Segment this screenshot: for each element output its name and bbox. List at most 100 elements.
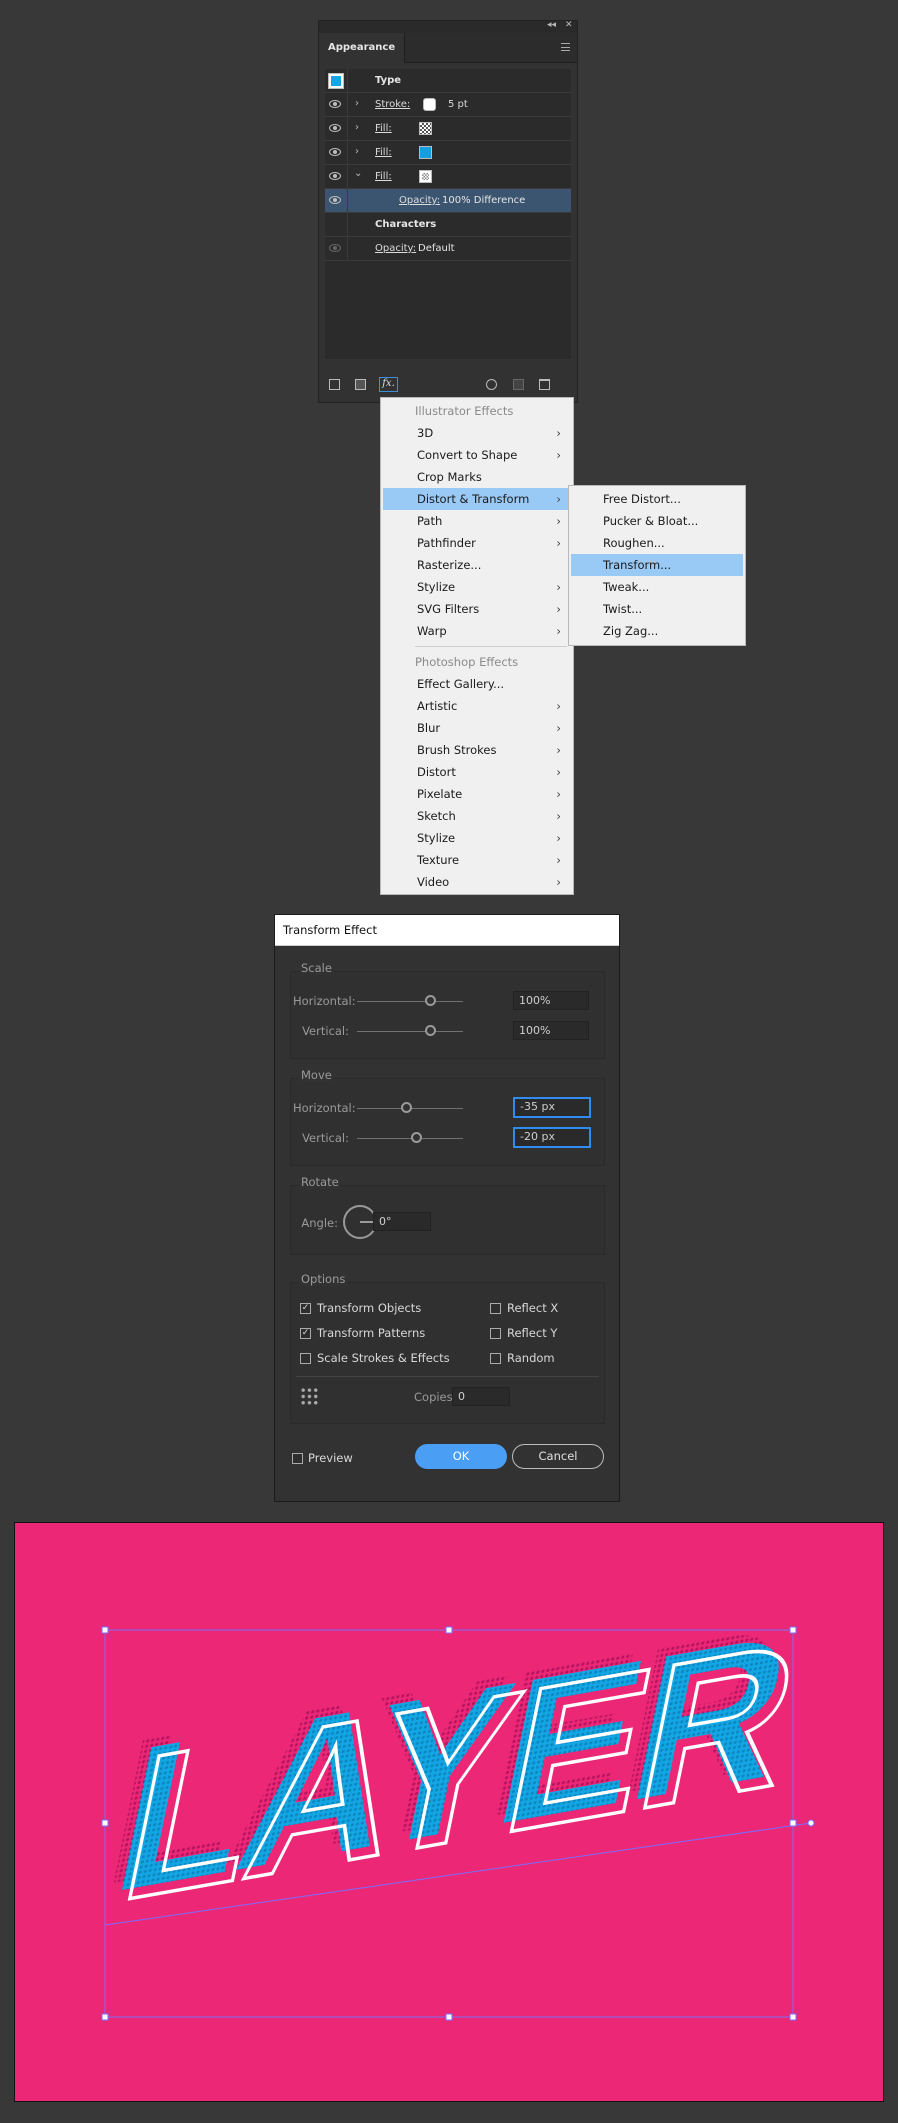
menu-item-convert-to-shape[interactable]: Convert to Shape ›	[383, 444, 571, 466]
opacity-label[interactable]: Opacity:	[399, 195, 440, 206]
submenu-item-twist[interactable]: Twist...	[571, 598, 743, 620]
collapse-icon[interactable]: ◂◂	[547, 20, 556, 30]
angle-input[interactable]: 0°	[373, 1212, 431, 1231]
transform-patterns-label[interactable]: Transform Patterns	[317, 1326, 425, 1340]
scale-vertical-slider-knob[interactable]	[425, 1025, 436, 1036]
appearance-row-characters[interactable]: Characters	[325, 213, 571, 237]
scale-horizontal-slider-track[interactable]	[357, 1001, 463, 1002]
chevron-down-icon[interactable]: ⌄	[354, 168, 362, 179]
menu-item-stylize[interactable]: Stylize ›	[383, 576, 571, 598]
menu-item-stylize-ps[interactable]: Stylize ›	[383, 827, 571, 849]
menu-item-distort[interactable]: Distort ›	[383, 761, 571, 783]
chevron-right-icon[interactable]: ›	[355, 98, 359, 109]
panel-menu-icon[interactable]	[561, 43, 570, 51]
move-horizontal-slider-knob[interactable]	[401, 1102, 412, 1113]
submenu-item-transform[interactable]: Transform...	[571, 554, 743, 576]
submenu-item-free-distort[interactable]: Free Distort...	[571, 488, 743, 510]
menu-item-path[interactable]: Path ›	[383, 510, 571, 532]
fill-label[interactable]: Fill:	[375, 147, 392, 158]
reflect-y-label[interactable]: Reflect Y	[507, 1326, 557, 1340]
artboard-canvas[interactable]: LAYER LAYER LAYER	[14, 1522, 884, 2102]
add-fill-icon[interactable]	[355, 379, 366, 390]
fill-swatch-pattern[interactable]	[419, 170, 432, 183]
char-opacity-label[interactable]: Opacity:	[375, 243, 416, 254]
duplicate-item-icon[interactable]	[513, 379, 524, 390]
transform-objects-checkbox[interactable]: ✓	[300, 1303, 311, 1314]
submenu-item-pucker-bloat[interactable]: Pucker & Bloat...	[571, 510, 743, 532]
submenu-item-tweak[interactable]: Tweak...	[571, 576, 743, 598]
menu-item-pathfinder[interactable]: Pathfinder ›	[383, 532, 571, 554]
cancel-button[interactable]: Cancel	[512, 1444, 604, 1469]
chevron-right-icon[interactable]: ›	[355, 122, 359, 133]
menu-item-distort-transform[interactable]: Distort & Transform ›	[383, 488, 571, 510]
close-icon[interactable]: ✕	[565, 20, 573, 30]
transform-patterns-checkbox[interactable]: ✓	[300, 1328, 311, 1339]
move-vertical-slider-track[interactable]	[357, 1138, 463, 1139]
add-stroke-icon[interactable]	[329, 379, 340, 390]
appearance-row-fill-3[interactable]: ⌄ Fill:	[325, 165, 571, 189]
fill-label[interactable]: Fill:	[375, 171, 392, 182]
reflect-x-label[interactable]: Reflect X	[507, 1301, 558, 1315]
visibility-eye-icon[interactable]	[329, 172, 341, 180]
move-vertical-slider-knob[interactable]	[411, 1132, 422, 1143]
fill-swatch-checker[interactable]	[419, 122, 432, 135]
copies-input[interactable]: 0	[452, 1387, 510, 1406]
angle-dial[interactable]	[343, 1205, 377, 1239]
preview-label[interactable]: Preview	[308, 1451, 353, 1465]
move-vertical-input[interactable]: -20 px	[513, 1127, 591, 1148]
move-horizontal-input[interactable]: -35 px	[513, 1097, 591, 1118]
stroke-swatch[interactable]	[423, 98, 436, 111]
menu-item-texture[interactable]: Texture ›	[383, 849, 571, 871]
menu-item-pixelate[interactable]: Pixelate ›	[383, 783, 571, 805]
clear-appearance-icon[interactable]	[486, 379, 497, 390]
appearance-row-opacity-selected[interactable]: Opacity: 100% Difference	[325, 189, 571, 213]
menu-item-warp[interactable]: Warp ›	[383, 620, 571, 642]
menu-item-brush-strokes[interactable]: Brush Strokes ›	[383, 739, 571, 761]
visibility-eye-icon[interactable]	[329, 196, 341, 204]
random-label[interactable]: Random	[507, 1351, 555, 1365]
tab-appearance[interactable]: Appearance	[319, 33, 406, 63]
transform-objects-label[interactable]: Transform Objects	[317, 1301, 421, 1315]
scale-strokes-checkbox[interactable]	[300, 1353, 311, 1364]
scale-horizontal-slider-knob[interactable]	[425, 995, 436, 1006]
fx-icon[interactable]: fx.	[379, 377, 398, 392]
menu-item-crop-marks[interactable]: Crop Marks	[383, 466, 571, 488]
submenu-item-zig-zag[interactable]: Zig Zag...	[571, 620, 743, 642]
visibility-eye-icon[interactable]	[329, 244, 341, 252]
characters-label[interactable]: Characters	[375, 219, 436, 230]
visibility-eye-icon[interactable]	[329, 148, 341, 156]
reflect-x-checkbox[interactable]	[490, 1303, 501, 1314]
appearance-row-char-opacity[interactable]: Opacity: Default	[325, 237, 571, 261]
chevron-right-icon[interactable]: ›	[355, 146, 359, 157]
ok-button[interactable]: OK	[415, 1444, 507, 1469]
menu-item-blur[interactable]: Blur ›	[383, 717, 571, 739]
menu-item-video[interactable]: Video ›	[383, 871, 571, 893]
appearance-row-stroke[interactable]: › Stroke: 5 pt	[325, 93, 571, 117]
menu-item-3d[interactable]: 3D ›	[383, 422, 571, 444]
reference-point-icon[interactable]	[300, 1387, 319, 1406]
stroke-weight-value[interactable]: 5 pt	[448, 99, 468, 110]
menu-item-effect-gallery[interactable]: Effect Gallery...	[383, 673, 571, 695]
reflect-y-checkbox[interactable]	[490, 1328, 501, 1339]
appearance-row-fill-1[interactable]: › Fill:	[325, 117, 571, 141]
fill-swatch-blue[interactable]	[419, 146, 432, 159]
random-checkbox[interactable]	[490, 1353, 501, 1364]
scale-vertical-slider-track[interactable]	[357, 1031, 463, 1032]
fill-label[interactable]: Fill:	[375, 123, 392, 134]
visibility-eye-icon[interactable]	[329, 124, 341, 132]
layer-artwork[interactable]: LAYER LAYER LAYER	[15, 1523, 884, 2102]
appearance-row-fill-2[interactable]: › Fill:	[325, 141, 571, 165]
preview-checkbox[interactable]	[292, 1453, 303, 1464]
menu-item-artistic[interactable]: Artistic ›	[383, 695, 571, 717]
visibility-eye-icon[interactable]	[329, 100, 341, 108]
appearance-row-type[interactable]: Type	[325, 69, 571, 93]
trash-icon[interactable]	[539, 379, 550, 390]
scale-strokes-label[interactable]: Scale Strokes & Effects	[317, 1351, 450, 1365]
scale-horizontal-input[interactable]: 100%	[513, 991, 589, 1010]
menu-item-rasterize[interactable]: Rasterize...	[383, 554, 571, 576]
scale-vertical-input[interactable]: 100%	[513, 1021, 589, 1040]
menu-item-sketch[interactable]: Sketch ›	[383, 805, 571, 827]
stroke-label[interactable]: Stroke:	[375, 99, 410, 110]
submenu-item-roughen[interactable]: Roughen...	[571, 532, 743, 554]
menu-item-svg-filters[interactable]: SVG Filters ›	[383, 598, 571, 620]
